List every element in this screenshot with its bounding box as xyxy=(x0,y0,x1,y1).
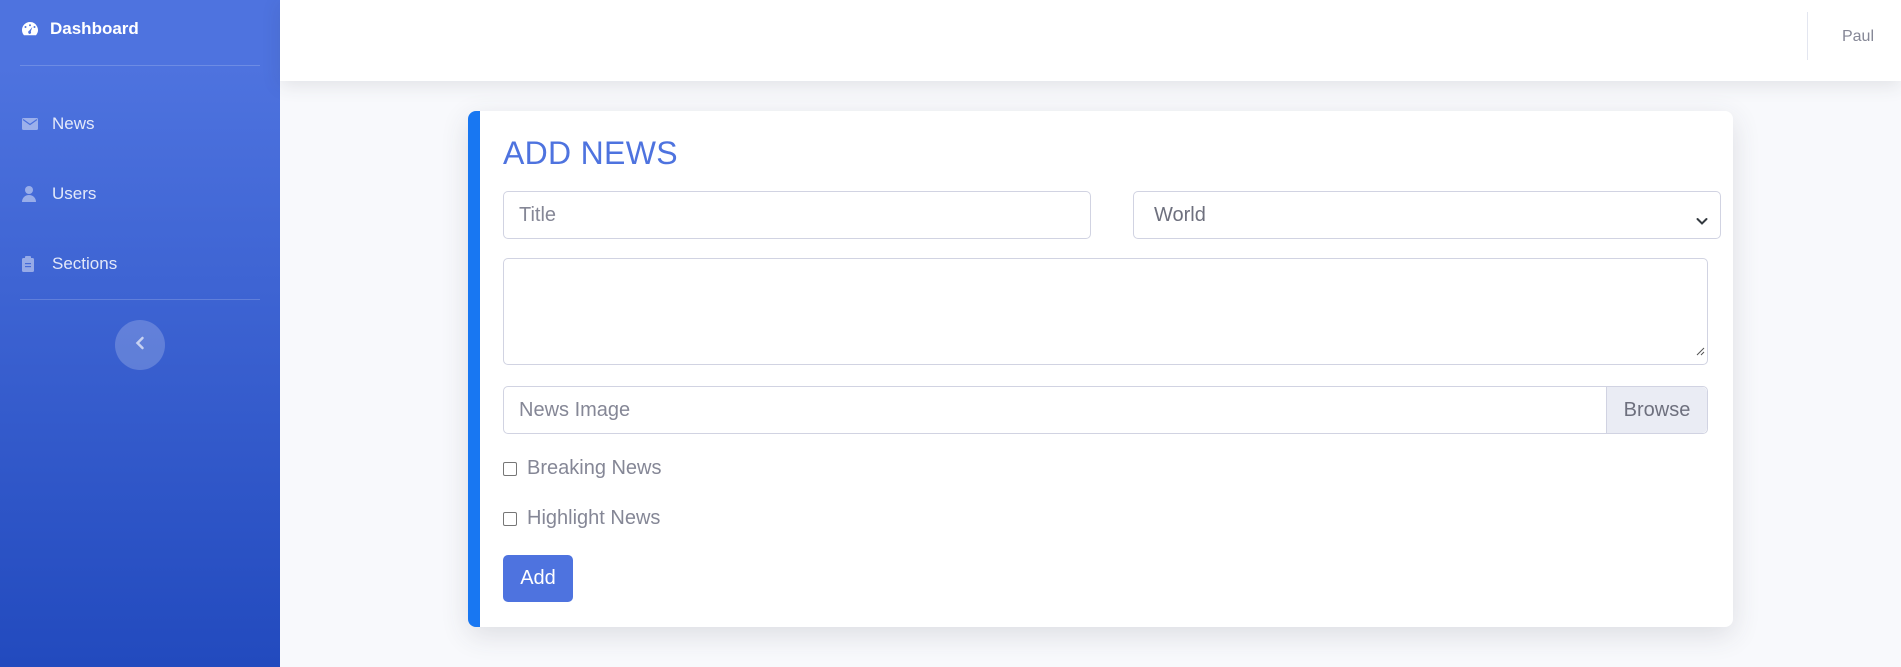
sidebar-divider xyxy=(20,299,260,300)
section-select-value: World xyxy=(1154,203,1206,226)
chevron-left-icon xyxy=(135,336,145,355)
breaking-news-checkbox[interactable] xyxy=(503,461,517,476)
add-news-card: ADD NEWS Title World News Image Browse B… xyxy=(468,111,1733,627)
breaking-news-row: Breaking News xyxy=(503,457,662,480)
page-title: ADD NEWS xyxy=(503,135,678,171)
breaking-news-label[interactable]: Breaking News xyxy=(527,457,662,480)
title-input[interactable]: Title xyxy=(503,191,1091,239)
news-image-file-input[interactable]: News Image Browse xyxy=(503,386,1708,434)
sidebar-item-users[interactable]: Users xyxy=(0,159,280,229)
title-placeholder: Title xyxy=(519,203,557,226)
resize-handle-icon[interactable] xyxy=(1695,339,1705,362)
body-textarea[interactable] xyxy=(503,258,1708,365)
envelope-icon xyxy=(22,118,42,130)
sidebar-item-label: Sections xyxy=(52,254,118,273)
tachometer-icon xyxy=(21,21,39,37)
sidebar-item-label: News xyxy=(52,114,95,133)
sidebar-item-label: Users xyxy=(52,184,97,203)
sidebar-toggle-button[interactable] xyxy=(115,320,165,370)
topbar-divider xyxy=(1807,12,1808,60)
topbar: Paul xyxy=(280,0,1901,81)
sidebar-item-news[interactable]: News xyxy=(0,89,280,159)
sidebar-item-sections[interactable]: Sections xyxy=(0,229,280,299)
user-icon xyxy=(22,186,42,202)
chevron-down-icon xyxy=(1696,209,1708,232)
sidebar-brand[interactable]: Dashboard xyxy=(0,0,280,58)
sidebar-divider xyxy=(20,65,260,66)
file-placeholder: News Image xyxy=(519,398,631,421)
highlight-news-checkbox[interactable] xyxy=(503,511,517,526)
add-button[interactable]: Add xyxy=(503,555,573,602)
highlight-news-label[interactable]: Highlight News xyxy=(527,507,660,530)
sidebar: Dashboard News Users Sections xyxy=(0,0,280,667)
browse-button[interactable]: Browse xyxy=(1606,387,1707,433)
sidebar-nav: News Users Sections xyxy=(0,89,280,299)
clipboard-icon xyxy=(22,256,42,272)
section-select[interactable]: World xyxy=(1133,191,1721,239)
brand-label: Dashboard xyxy=(50,19,139,38)
user-menu[interactable]: Paul xyxy=(1842,28,1874,46)
highlight-news-row: Highlight News xyxy=(503,507,660,530)
